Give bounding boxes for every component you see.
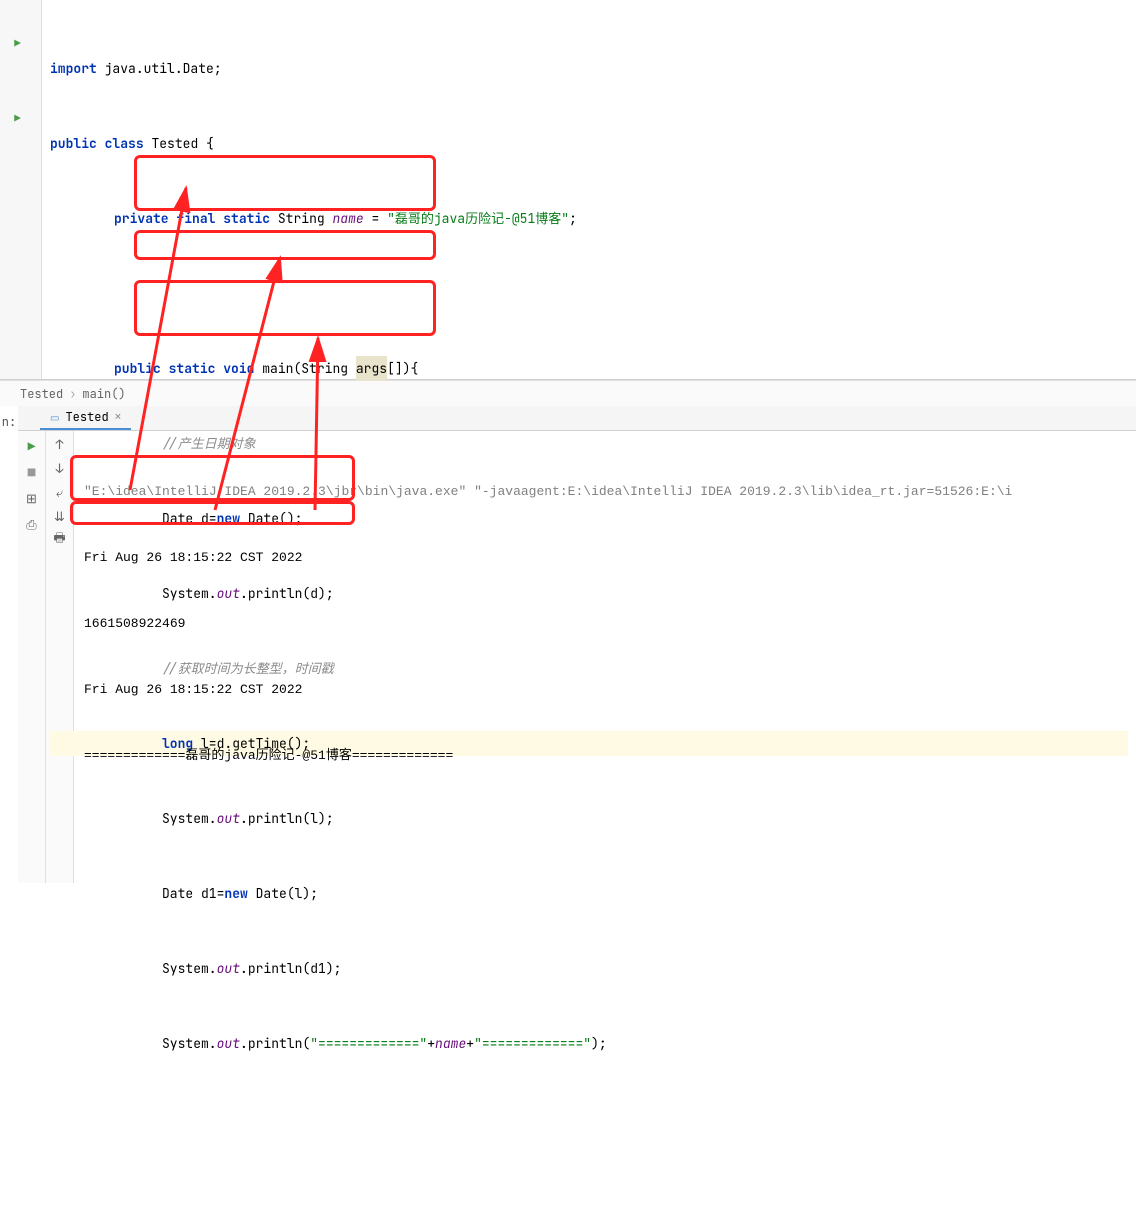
keyword: public (50, 131, 97, 156)
code-text: System. (162, 956, 217, 981)
code-text: = (364, 206, 387, 231)
code-text: Date(l); (248, 881, 318, 906)
run-label: n: (0, 406, 18, 604)
code-text: ); (591, 1031, 607, 1056)
rerun-icon[interactable]: ▶ (23, 437, 41, 455)
keyword: static (169, 356, 216, 381)
field: out (217, 1031, 240, 1056)
console-line: Fri Aug 26 18:15:22 CST 2022 (84, 547, 1126, 569)
keyword: import (50, 56, 97, 81)
code-text: .println(d1); (240, 956, 341, 981)
annotation-box (70, 501, 355, 525)
field: name (435, 1031, 466, 1056)
console-line: =============磊哥的java历险记-@51博客===========… (84, 745, 1126, 767)
run-gutter-icon[interactable]: ▶ (0, 106, 35, 131)
code-text: + (427, 1031, 435, 1056)
run-gutter-icon[interactable]: ▶ (0, 31, 35, 56)
gutter: ▶ ▶ (0, 0, 42, 379)
code-text: main(String (254, 356, 355, 381)
console-output[interactable]: "E:\idea\IntelliJ IDEA 2019.2.3\jbr\bin\… (74, 431, 1136, 883)
code-editor[interactable]: import java.util.Date; public class Test… (42, 0, 1136, 379)
keyword: public (114, 356, 161, 381)
code-text: System. (162, 1031, 217, 1056)
field: name (332, 206, 363, 231)
code-text: []){ (387, 356, 418, 381)
keyword: void (223, 356, 254, 381)
code-text: java.util.Date; (97, 56, 222, 81)
string-literal: "=============" (310, 1031, 427, 1056)
run-panel: n: ▭ Tested ✕ ▶ ■ ⊞ ⎙ ↑ ↓ ⤶ ⇊ 🖶 (0, 406, 1136, 604)
console-line: Fri Aug 26 18:15:22 CST 2022 (84, 679, 1126, 701)
console-line: 1661508922469 (84, 613, 1126, 635)
code-text: Date d1= (162, 881, 224, 906)
pin-icon[interactable]: ⎙ (23, 515, 41, 533)
param-highlight: args (356, 356, 387, 381)
string-literal: "磊哥的java历险记-@51博客" (387, 206, 569, 231)
code-text: .println( (240, 1031, 310, 1056)
gutter-row (0, 56, 35, 81)
code-text: String (270, 206, 332, 231)
layout-icon[interactable]: ⊞ (23, 489, 41, 507)
keyword: final (176, 206, 215, 231)
editor-area: ▶ ▶ import java.util.Date; public class … (0, 0, 1136, 380)
stop-icon[interactable]: ■ (23, 463, 41, 481)
code-text: + (466, 1031, 474, 1056)
console-cmd: "E:\idea\IntelliJ IDEA 2019.2.3\jbr\bin\… (84, 481, 1126, 503)
keyword: static (223, 206, 270, 231)
keyword: private (114, 206, 169, 231)
gutter-row (0, 81, 35, 106)
keyword: class (105, 131, 144, 156)
code-text: ; (569, 206, 577, 231)
keyword: new (224, 881, 247, 906)
field: out (217, 956, 240, 981)
annotation-box (134, 230, 436, 260)
annotation-box (134, 155, 436, 211)
console-run-toolbar: ▶ ■ ⊞ ⎙ (18, 431, 46, 883)
run-label-text: n: (2, 414, 16, 430)
string-literal: "=============" (474, 1031, 591, 1056)
code-text: Tested { (144, 131, 214, 156)
gutter-row (0, 6, 35, 31)
console-body: ▶ ■ ⊞ ⎙ ↑ ↓ ⤶ ⇊ 🖶 "E:\idea\IntelliJ IDEA… (18, 431, 1136, 883)
